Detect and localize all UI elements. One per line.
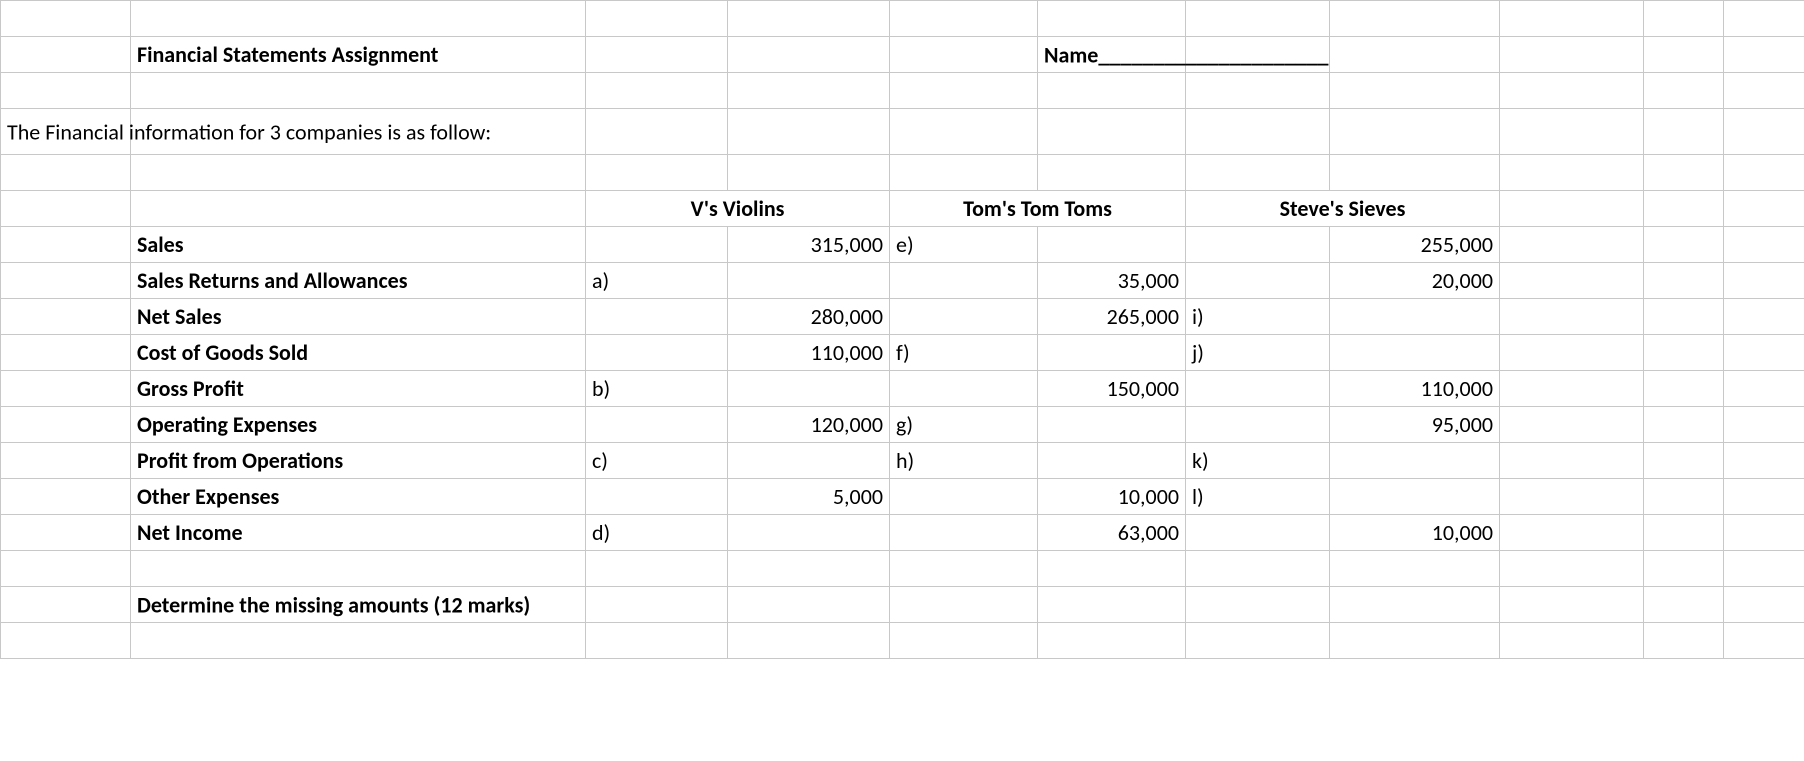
row-label-returns: Sales Returns and Allowances xyxy=(131,263,586,299)
cell[interactable] xyxy=(1038,227,1186,263)
cell[interactable] xyxy=(1330,335,1500,371)
cell[interactable]: k) xyxy=(1186,443,1330,479)
table-row[interactable]: Other Expenses 5,000 10,000 l) xyxy=(1,479,1804,515)
cell[interactable] xyxy=(586,299,728,335)
cell[interactable]: a) xyxy=(586,263,728,299)
cell[interactable] xyxy=(890,515,1038,551)
cell[interactable]: 265,000 xyxy=(1038,299,1186,335)
cell[interactable]: 10,000 xyxy=(1038,479,1186,515)
cell[interactable]: 120,000 xyxy=(728,407,890,443)
row-label-opprofit: Profit from Operations xyxy=(131,443,586,479)
table-row[interactable] xyxy=(1,1,1804,37)
cell[interactable]: f) xyxy=(890,335,1038,371)
cell[interactable]: 150,000 xyxy=(1038,371,1186,407)
table-row[interactable]: Operating Expenses 120,000 g) 95,000 xyxy=(1,407,1804,443)
cell[interactable]: 35,000 xyxy=(1038,263,1186,299)
cell[interactable] xyxy=(1330,443,1500,479)
cell[interactable] xyxy=(586,335,728,371)
cell[interactable] xyxy=(1038,335,1186,371)
table-row[interactable]: Sales 315,000 e) 255,000 xyxy=(1,227,1804,263)
cell[interactable] xyxy=(728,263,890,299)
cell[interactable] xyxy=(1186,263,1330,299)
company-header-1: V's Violins xyxy=(586,191,890,227)
cell[interactable] xyxy=(890,263,1038,299)
cell[interactable]: 110,000 xyxy=(728,335,890,371)
name-blank-line: _____________________ xyxy=(1098,41,1328,68)
table-row[interactable] xyxy=(1,155,1804,191)
table-row[interactable]: Net Income d) 63,000 10,000 xyxy=(1,515,1804,551)
spreadsheet-grid[interactable]: Financial Statements Assignment Name____… xyxy=(0,0,1804,659)
cell[interactable]: j) xyxy=(1186,335,1330,371)
company-header-2: Tom's Tom Toms xyxy=(890,191,1186,227)
cell[interactable] xyxy=(728,515,890,551)
row-label-sales: Sales xyxy=(131,227,586,263)
table-row[interactable] xyxy=(1,623,1804,659)
cell[interactable]: 280,000 xyxy=(728,299,890,335)
cell[interactable] xyxy=(1186,371,1330,407)
cell[interactable] xyxy=(1038,407,1186,443)
cell[interactable] xyxy=(1186,515,1330,551)
task-instruction: Determine the missing amounts (12 marks) xyxy=(131,587,586,623)
cell[interactable] xyxy=(890,299,1038,335)
cell[interactable] xyxy=(1038,443,1186,479)
table-row[interactable]: Cost of Goods Sold 110,000 f) j) xyxy=(1,335,1804,371)
table-row[interactable]: V's Violins Tom's Tom Toms Steve's Sieve… xyxy=(1,191,1804,227)
cell[interactable] xyxy=(728,443,890,479)
table-row[interactable]: Net Sales 280,000 265,000 i) xyxy=(1,299,1804,335)
cell[interactable] xyxy=(586,479,728,515)
cell[interactable]: 110,000 xyxy=(1330,371,1500,407)
cell[interactable] xyxy=(1186,227,1330,263)
row-label-gross: Gross Profit xyxy=(131,371,586,407)
table-row[interactable]: Gross Profit b) 150,000 110,000 xyxy=(1,371,1804,407)
table-row[interactable]: Sales Returns and Allowances a) 35,000 2… xyxy=(1,263,1804,299)
intro-text: The Financial information for 3 companie… xyxy=(1,109,131,155)
cell[interactable]: b) xyxy=(586,371,728,407)
cell[interactable] xyxy=(890,479,1038,515)
table-row[interactable] xyxy=(1,551,1804,587)
cell[interactable] xyxy=(586,407,728,443)
cell[interactable]: e) xyxy=(890,227,1038,263)
cell[interactable]: h) xyxy=(890,443,1038,479)
row-label-cogs: Cost of Goods Sold xyxy=(131,335,586,371)
cell[interactable]: g) xyxy=(890,407,1038,443)
row-label-otherex: Other Expenses xyxy=(131,479,586,515)
name-label-cell: Name_____________________ xyxy=(1038,37,1186,73)
table-row[interactable]: Determine the missing amounts (12 marks) xyxy=(1,587,1804,623)
cell[interactable]: l) xyxy=(1186,479,1330,515)
cell[interactable] xyxy=(890,371,1038,407)
cell[interactable]: 5,000 xyxy=(728,479,890,515)
cell[interactable]: 255,000 xyxy=(1330,227,1500,263)
cell[interactable] xyxy=(586,227,728,263)
cell[interactable] xyxy=(1330,299,1500,335)
cell[interactable]: 63,000 xyxy=(1038,515,1186,551)
table-row[interactable]: Profit from Operations c) h) k) xyxy=(1,443,1804,479)
assignment-title: Financial Statements Assignment xyxy=(131,37,586,73)
cell[interactable] xyxy=(1186,407,1330,443)
cell[interactable]: d) xyxy=(586,515,728,551)
cell[interactable]: i) xyxy=(1186,299,1330,335)
cell[interactable]: 315,000 xyxy=(728,227,890,263)
table-row[interactable]: Financial Statements Assignment Name____… xyxy=(1,37,1804,73)
company-header-3: Steve's Sieves xyxy=(1186,191,1500,227)
cell[interactable]: 95,000 xyxy=(1330,407,1500,443)
cell[interactable] xyxy=(1330,479,1500,515)
name-label: Name xyxy=(1044,41,1098,68)
cell[interactable]: 20,000 xyxy=(1330,263,1500,299)
row-label-opex: Operating Expenses xyxy=(131,407,586,443)
row-label-netsales: Net Sales xyxy=(131,299,586,335)
table-row[interactable]: The Financial information for 3 companie… xyxy=(1,109,1804,155)
cell[interactable] xyxy=(728,371,890,407)
table-row[interactable] xyxy=(1,73,1804,109)
cell[interactable]: c) xyxy=(586,443,728,479)
cell[interactable]: 10,000 xyxy=(1330,515,1500,551)
row-label-netinc: Net Income xyxy=(131,515,586,551)
